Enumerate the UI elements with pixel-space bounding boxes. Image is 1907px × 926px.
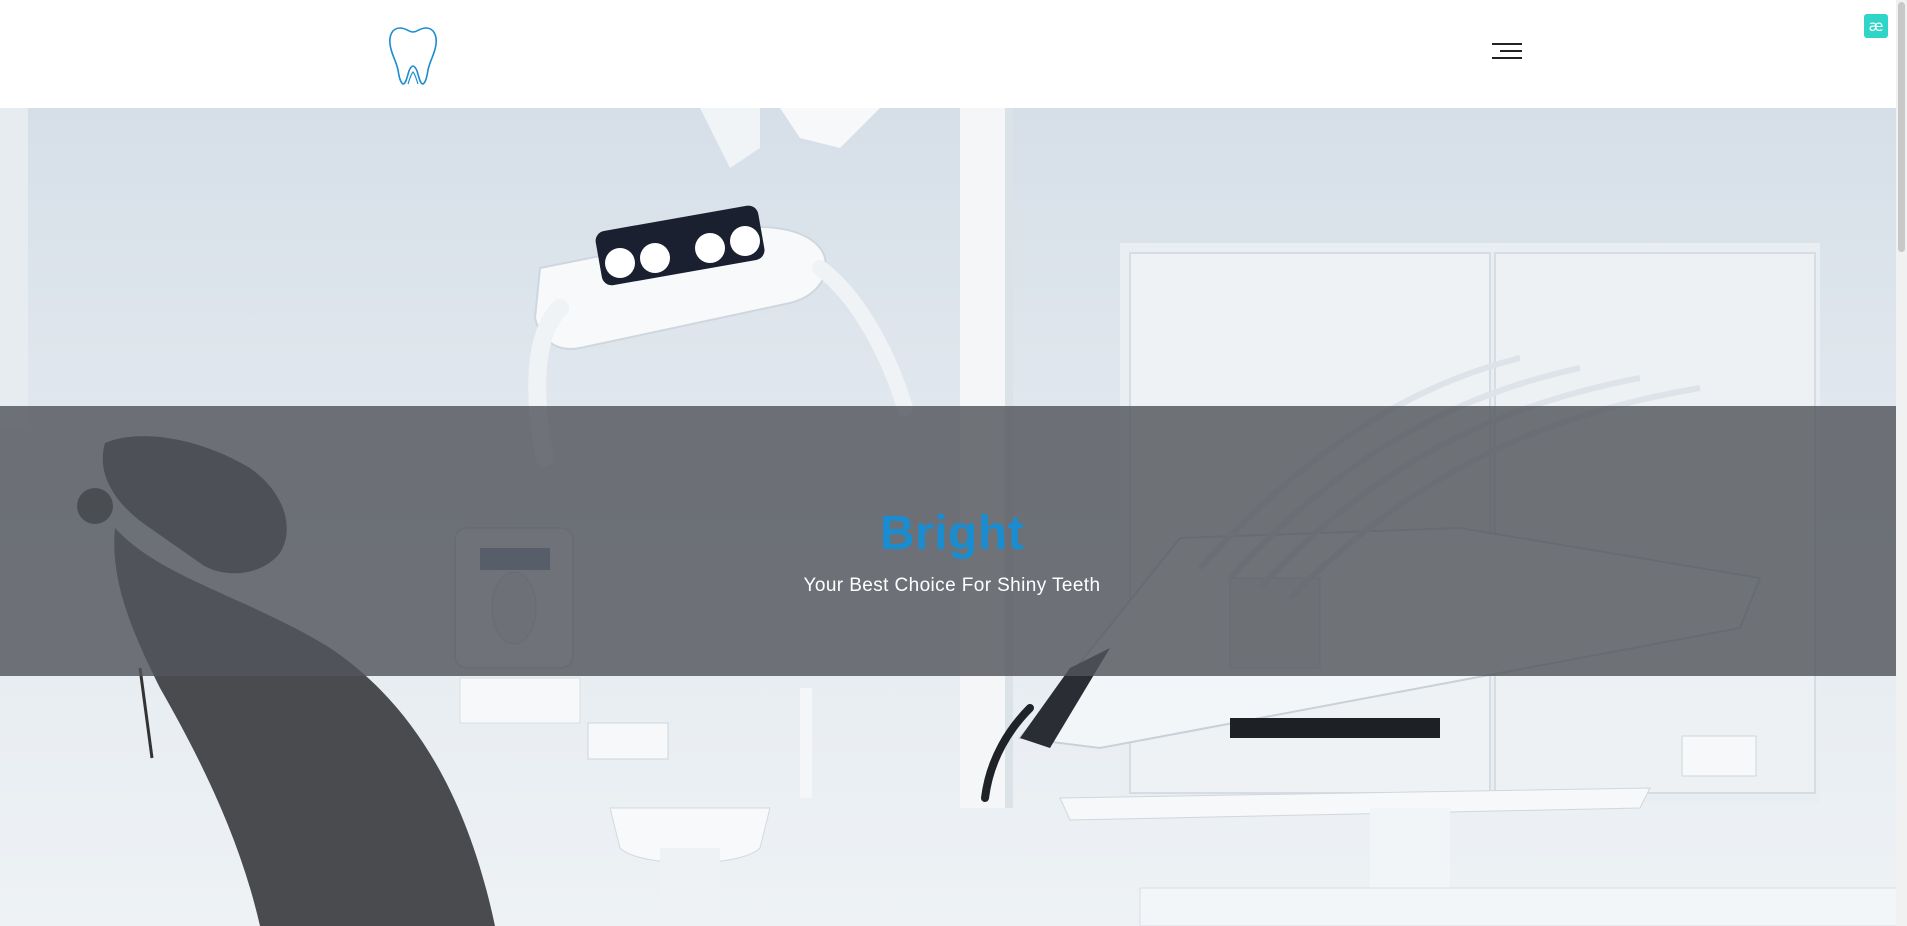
page: æ Bright Your Best Choice For Shiny Teet…	[0, 0, 1907, 926]
scrollbar-thumb[interactable]	[1898, 2, 1905, 252]
hamburger-menu-button[interactable]	[1486, 38, 1522, 64]
tooth-icon	[389, 27, 437, 85]
site-header: æ	[0, 0, 1907, 108]
logo-link[interactable]	[386, 22, 440, 86]
extension-badge-icon[interactable]: æ	[1864, 14, 1888, 38]
hero-title: Bright	[879, 507, 1025, 561]
page-scrollbar[interactable]	[1896, 0, 1907, 926]
hero-subtitle: Your Best Choice For Shiny Teeth	[803, 575, 1101, 596]
